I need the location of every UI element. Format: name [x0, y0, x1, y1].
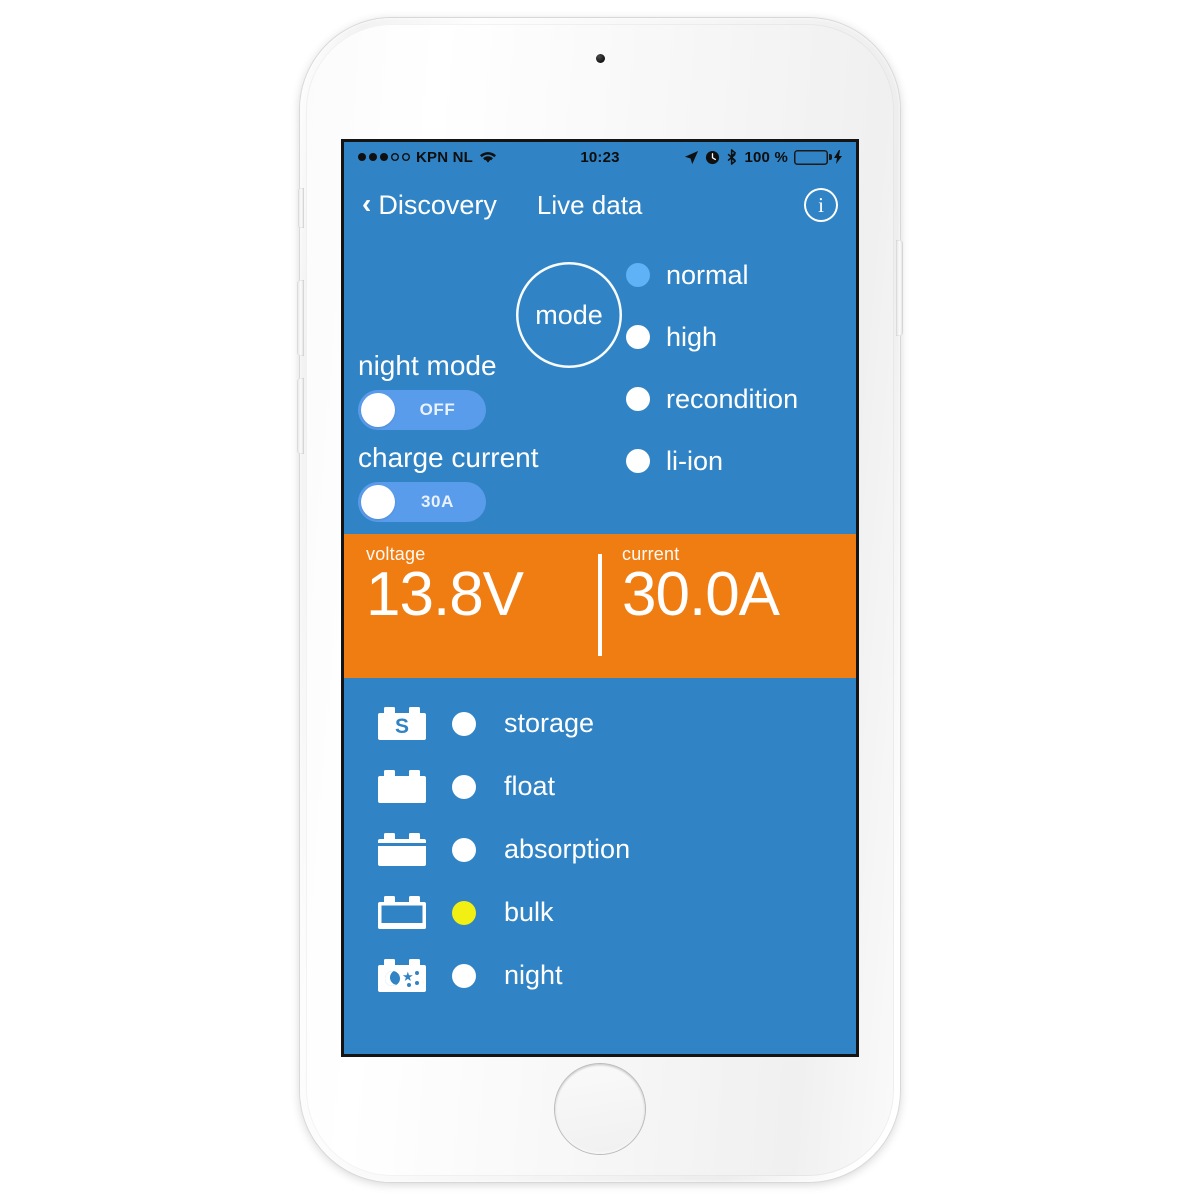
night-mode-toggle[interactable]: OFF [358, 390, 486, 430]
current-readout: current 30.0A [600, 534, 856, 678]
controls-section: mode night mode OFF charge current 30A n… [344, 238, 856, 534]
mode-button-label: mode [535, 299, 603, 330]
battery-full-icon [378, 770, 426, 803]
carrier-name: KPN NL [416, 148, 474, 166]
charge-state-label: bulk [504, 897, 554, 927]
mode-option-list: normal high recondition li-ion [607, 244, 856, 492]
charge-state-storage[interactable]: S storage [378, 692, 856, 755]
mode-option-label: high [666, 321, 718, 352]
toggle-knob [361, 393, 395, 427]
current-caption: current [622, 544, 680, 564]
phone-screen: KPN NL 10:23 100 % ‹ Discovery Live data… [344, 142, 856, 1054]
charge-state-float[interactable]: float [378, 755, 856, 818]
charge-state-bulk[interactable]: bulk [378, 878, 856, 947]
charge-state-label: storage [504, 708, 595, 738]
proximity-sensor-icon [596, 54, 605, 63]
current-value: 30.0A [622, 560, 780, 629]
status-bar-right: 100 % [620, 149, 842, 166]
back-button[interactable]: ‹ Discovery [362, 190, 497, 221]
battery-bulk-icon [378, 896, 426, 929]
battery-percent-label: 100 % [744, 148, 788, 166]
info-icon-letter: i [818, 192, 824, 217]
signal-strength-icon [358, 153, 410, 161]
mode-option-label: li-ion [666, 445, 724, 476]
charge-state-label: absorption [504, 834, 631, 864]
navigation-bar: ‹ Discovery Live data i [344, 172, 856, 238]
screenshot-root: KPN NL 10:23 100 % ‹ Discovery Live data… [0, 0, 1200, 1200]
charge-state-night[interactable]: ★ night [378, 944, 856, 1007]
page-title: Live data [536, 189, 643, 220]
status-bar: KPN NL 10:23 100 % [344, 142, 856, 172]
back-button-label: Discovery [378, 189, 497, 220]
battery-storage-icon: S [378, 707, 426, 740]
charge-current-toggle[interactable]: 30A [358, 482, 486, 522]
mode-option-label: recondition [666, 383, 799, 414]
volume-up-button[interactable] [297, 280, 304, 356]
volume-down-button[interactable] [297, 378, 304, 454]
charge-state-label: night [504, 960, 563, 990]
toggle-knob [361, 485, 395, 519]
mode-led-indicator [626, 325, 650, 349]
live-readout-panel: voltage 13.8V current 30.0A [344, 534, 856, 678]
lightning-bolt-icon [834, 150, 842, 164]
power-button[interactable] [896, 240, 903, 336]
battery-absorption-icon [378, 833, 426, 866]
mode-led-indicator [626, 387, 650, 411]
voltage-readout: voltage 13.8V [344, 534, 600, 678]
mode-button[interactable]: mode [516, 262, 622, 368]
battery-night-icon: ★ [378, 959, 426, 992]
charge-state-led [430, 878, 498, 947]
mode-option-recondition[interactable]: recondition [626, 368, 856, 430]
charge-state-list: S storage float absorption bulk ★ night [344, 678, 856, 1007]
iphone-device-frame: KPN NL 10:23 100 % ‹ Discovery Live data… [297, 18, 903, 1182]
location-arrow-icon [685, 150, 699, 164]
chevron-left-icon: ‹ [362, 188, 372, 219]
charge-state-absorption[interactable]: absorption [378, 818, 856, 881]
mode-option-normal[interactable]: normal [607, 244, 856, 306]
charge-current-label: charge current [358, 442, 539, 473]
wifi-icon [480, 152, 497, 163]
night-mode-label: night mode [358, 350, 497, 381]
mode-led-indicator [626, 449, 650, 473]
voltage-caption: voltage [366, 544, 426, 564]
status-bar-left: KPN NL [358, 149, 580, 166]
battery-icon [794, 150, 832, 165]
charge-state-led [452, 837, 476, 862]
bluetooth-icon [728, 149, 737, 165]
alarm-clock-icon [706, 150, 720, 164]
status-bar-clock: 10:23 [580, 148, 620, 166]
mute-switch-button[interactable] [298, 188, 304, 228]
charge-state-led [452, 711, 476, 736]
charge-current-toggle-value: 30A [421, 492, 454, 511]
home-button[interactable] [555, 1064, 645, 1154]
night-mode-toggle-value: OFF [419, 400, 456, 419]
voltage-value: 13.8V [366, 560, 524, 629]
mode-option-high[interactable]: high [626, 306, 856, 368]
charge-state-led [452, 774, 476, 799]
mode-option-li-ion[interactable]: li-ion [626, 430, 856, 492]
charge-state-label: float [504, 771, 556, 801]
mode-led-indicator [607, 244, 669, 306]
mode-option-label: normal [666, 259, 749, 290]
info-icon[interactable]: i [804, 188, 838, 222]
charge-state-led [452, 963, 476, 988]
